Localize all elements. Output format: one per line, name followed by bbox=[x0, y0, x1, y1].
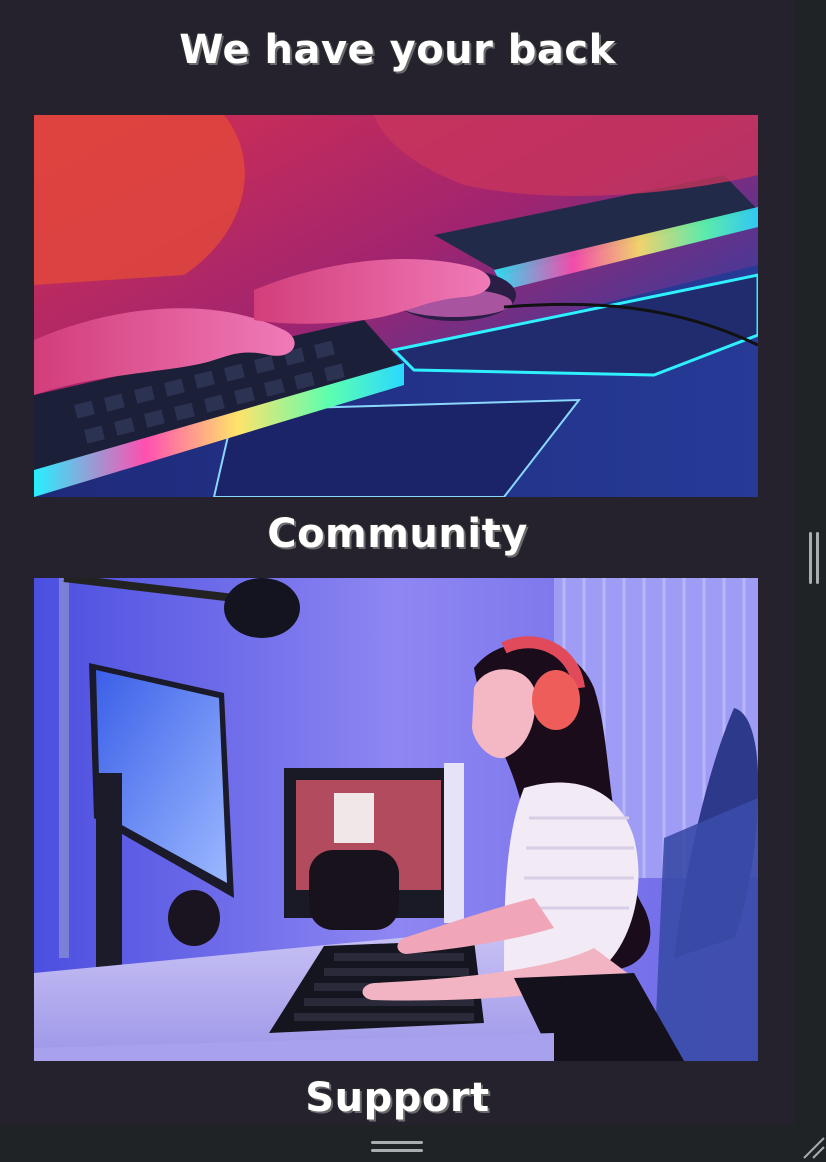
community-image bbox=[34, 115, 758, 497]
community-title: Community bbox=[267, 511, 528, 557]
support-title: Support bbox=[305, 1075, 490, 1121]
content-page: We have your back Community Support bbox=[0, 0, 795, 1125]
support-image bbox=[34, 578, 758, 1061]
horizontal-resize-handle[interactable] bbox=[371, 1141, 423, 1155]
vertical-resize-handle[interactable] bbox=[809, 532, 819, 584]
page-title: We have your back bbox=[179, 27, 616, 73]
resize-corner-icon[interactable] bbox=[800, 1134, 826, 1160]
